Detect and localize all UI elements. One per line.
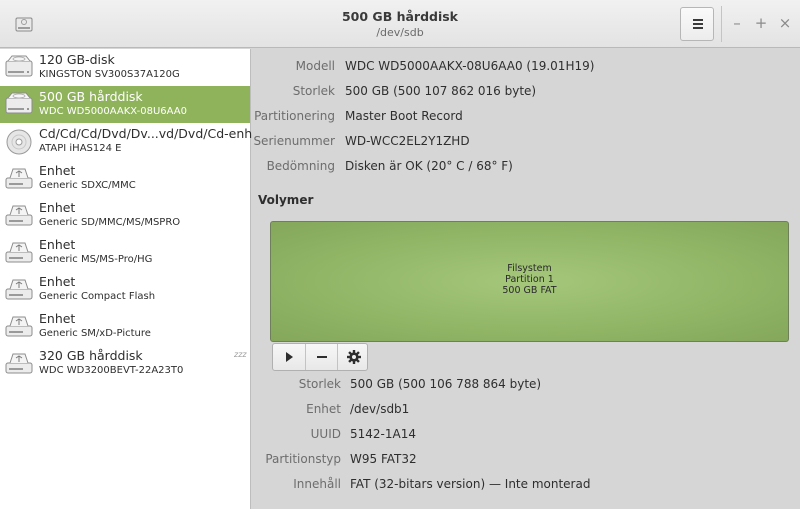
close-button[interactable]: × (775, 13, 795, 33)
device-name: Cd/Cd/Cd/Dvd/Dv...vd/Dvd/Cd-enhet (39, 126, 265, 141)
main-panel: Modell WDC WD5000AAKX-08U6AA0 (19.01H19)… (252, 49, 800, 509)
disk-info-value: 500 GB (500 107 862 016 byte) (345, 84, 537, 98)
device-name: Enhet (39, 311, 76, 326)
volumes-heading: Volymer (258, 193, 314, 207)
disk-info-value: WD-WCC2EL2Y1ZHD (345, 134, 470, 148)
play-icon (286, 352, 293, 362)
device-item[interactable]: Enhet Generic SDXC/MMC (0, 160, 250, 197)
usb-drive-icon (5, 316, 33, 337)
volume-info-value: /dev/sdb1 (350, 402, 410, 416)
disk-info-row-size: Storlek 500 GB (500 107 862 016 byte) (252, 84, 800, 104)
menu-icon (693, 19, 703, 30)
device-model: Generic MS/MS-Pro/HG (39, 254, 153, 265)
device-item[interactable]: Cd/Cd/Cd/Dvd/Dv...vd/Dvd/Cd-enhet ATAPI … (0, 123, 265, 160)
device-item[interactable]: Enhet Generic MS/MS-Pro/HG (0, 234, 250, 271)
device-name: Enhet (39, 163, 76, 178)
device-name: Enhet (39, 200, 76, 215)
device-model: WDC WD5000AAKX-08U6AA0 (39, 106, 187, 117)
device-model: Generic SDXC/MMC (39, 180, 136, 191)
partition-block[interactable]: Filsystem Partition 1 500 GB FAT (270, 221, 789, 342)
disk-info-label: Modell (295, 59, 335, 73)
partition-name: Partition 1 (505, 274, 554, 285)
disk-info-row-serial: Serienummer WD-WCC2EL2Y1ZHD (252, 134, 800, 154)
disk-info-label: Serienummer (253, 134, 335, 148)
partition-label: Filsystem Partition 1 500 GB FAT (271, 263, 788, 296)
disk-info-value: Disken är OK (20° C / 68° F) (345, 159, 513, 173)
volume-info-value: 5142-1A14 (350, 427, 416, 441)
device-model: Generic Compact Flash (39, 291, 156, 302)
optical-disc-icon (6, 129, 32, 155)
device-name: 500 GB hårddisk (39, 89, 143, 104)
usb-drive-icon (5, 279, 33, 300)
disk-info-row-assessment: Bedömning Disken är OK (20° C / 68° F) (252, 159, 800, 179)
device-name: Enhet (39, 237, 76, 252)
usb-drive-icon (5, 353, 33, 374)
device-model: ATAPI iHAS124 E (39, 143, 122, 154)
disk-info-label: Partitionering (254, 109, 335, 123)
volume-info-row-size: Storlek 500 GB (500 106 788 864 byte) (252, 377, 800, 397)
device-item[interactable]: Enhet Generic Compact Flash (0, 271, 250, 308)
volume-info-label: UUID (310, 427, 341, 441)
mount-button[interactable] (273, 344, 305, 370)
disk-info-row-model: Modell WDC WD5000AAKX-08U6AA0 (19.01H19) (252, 59, 800, 79)
header-separator (721, 6, 722, 42)
disk-info-label: Bedömning (266, 159, 335, 173)
device-name: 320 GB hårddisk (39, 348, 143, 363)
minimize-button[interactable]: – (727, 13, 747, 33)
volume-info-label: Storlek (298, 377, 341, 391)
volume-info-label: Innehåll (293, 477, 341, 491)
device-model: WDC WD3200BEVT-22A23T0 (39, 365, 184, 376)
device-item-selected[interactable]: 500 GB hårddisk WDC WD5000AAKX-08U6AA0 (0, 86, 250, 123)
volume-info-value: W95 FAT32 (350, 452, 417, 466)
volume-info-row-device: Enhet /dev/sdb1 (252, 402, 800, 422)
volume-info-row-content: Innehåll FAT (32-bitars version) — Inte … (252, 477, 800, 497)
partition-options-button[interactable] (337, 344, 369, 370)
disk-info-value: Master Boot Record (345, 109, 463, 123)
device-model: Generic SD/MMC/MS/MSPRO (39, 217, 181, 228)
device-item[interactable]: Enhet Generic SD/MMC/MS/MSPRO (0, 197, 250, 234)
delete-partition-button[interactable] (305, 344, 337, 370)
device-model: KINGSTON SV300S37A120G (39, 69, 180, 80)
device-item[interactable]: 320 GB hårddisk WDC WD3200BEVT-22A23T0 z… (0, 345, 250, 382)
volume-toolbar (272, 343, 368, 371)
hard-disk-icon (5, 92, 33, 114)
volume-info-label: Enhet (306, 402, 341, 416)
usb-drive-icon (5, 242, 33, 263)
menu-button[interactable] (680, 7, 714, 41)
device-item[interactable]: Enhet Generic SM/xD-Picture (0, 308, 250, 345)
volume-info-label: Partitionstyp (265, 452, 341, 466)
device-name: Enhet (39, 274, 76, 289)
hard-disk-icon (5, 55, 33, 77)
minus-icon (317, 356, 327, 358)
partition-fs: Filsystem (507, 263, 552, 274)
maximize-button[interactable]: + (751, 13, 771, 33)
header-bar: 500 GB hårddisk /dev/sdb – + × (0, 0, 800, 48)
disk-info-label: Storlek (292, 84, 335, 98)
device-list: 120 GB-disk KINGSTON SV300S37A120G 500 G… (0, 49, 265, 509)
disk-info-row-partitioning: Partitionering Master Boot Record (252, 109, 800, 129)
device-model: Generic SM/xD-Picture (39, 328, 151, 339)
usb-drive-icon (5, 205, 33, 226)
partition-size: 500 GB FAT (502, 285, 557, 296)
standby-indicator: zzz (234, 350, 247, 359)
device-item[interactable]: 120 GB-disk KINGSTON SV300S37A120G (0, 49, 250, 86)
device-name: 120 GB-disk (39, 52, 115, 67)
volume-info-value: FAT (32-bitars version) — Inte monterad (350, 477, 591, 491)
disk-info-value: WDC WD5000AAKX-08U6AA0 (19.01H19) (345, 59, 595, 73)
volume-info-value: 500 GB (500 106 788 864 byte) (350, 377, 542, 391)
gear-icon (347, 350, 361, 364)
volume-info-row-type: Partitionstyp W95 FAT32 (252, 452, 800, 472)
usb-drive-icon (5, 168, 33, 189)
volume-info-row-uuid: UUID 5142-1A14 (252, 427, 800, 447)
